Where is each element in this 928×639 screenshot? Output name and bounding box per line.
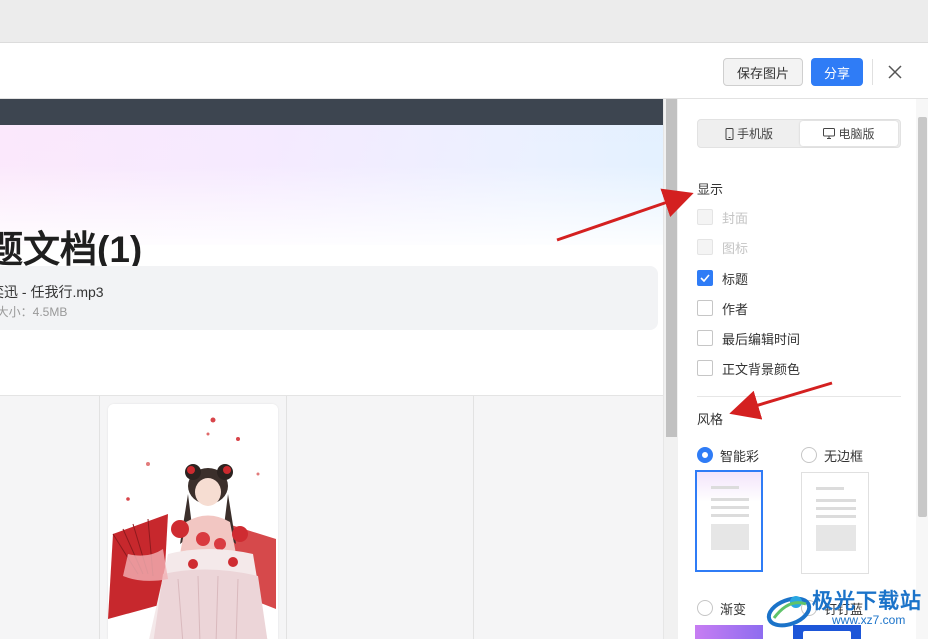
top-toolbar: 保存图片 分享 <box>0 42 928 99</box>
option-last-edited-label: 最后编辑时间 <box>722 331 801 347</box>
gradient-radio[interactable] <box>697 600 713 616</box>
document-title: 题文档(1) <box>0 229 143 270</box>
smart-color-radio[interactable] <box>697 447 713 463</box>
panel-scrollbar[interactable] <box>916 99 928 639</box>
preview-scrollbar-thumb[interactable] <box>666 99 677 437</box>
option-title-label: 标题 <box>722 271 749 287</box>
image-grid <box>0 395 663 639</box>
icon-checkbox <box>697 239 713 255</box>
option-icon-label: 图标 <box>722 240 749 256</box>
preview-scrollbar[interactable] <box>663 99 678 639</box>
style-smart-color[interactable]: 智能彩 <box>697 446 759 464</box>
checkmark-icon <box>700 274 710 282</box>
option-title[interactable]: 标题 <box>697 269 748 287</box>
style-borderless[interactable]: 无边框 <box>801 446 863 464</box>
watermark-logo-icon <box>766 596 812 628</box>
watermark-brand: 极光下载站 <box>812 590 922 613</box>
grid-divider <box>99 396 100 639</box>
option-bg-color-label: 正文背景颜色 <box>722 361 801 377</box>
style-gradient-label: 渐变 <box>720 601 747 617</box>
preview-hero: 题文档(1) 奕迅 - 任我行.mp3 ‡大小：4.5MB <box>0 125 663 395</box>
watermark-url: www.xz7.com <box>832 613 906 627</box>
bg-color-checkbox[interactable] <box>697 360 713 376</box>
option-icon: 图标 <box>697 238 748 256</box>
style-gradient-preview[interactable] <box>695 625 763 639</box>
style-gradient[interactable]: 渐变 <box>697 599 746 617</box>
grid-divider <box>473 396 474 639</box>
tab-pc-label: 电脑版 <box>838 127 875 141</box>
option-last-edited[interactable]: 最后编辑时间 <box>697 329 800 347</box>
cover-checkbox <box>697 209 713 225</box>
style-smart-color-preview[interactable] <box>695 470 763 572</box>
author-checkbox[interactable] <box>697 300 713 316</box>
save-image-button[interactable]: 保存图片 <box>723 58 803 86</box>
borderless-radio[interactable] <box>801 447 817 463</box>
style-smart-color-label: 智能彩 <box>720 448 760 464</box>
view-mode-toggle: 手机版 电脑版 <box>697 119 901 148</box>
option-author[interactable]: 作者 <box>697 299 748 317</box>
toolbar-divider <box>872 59 873 85</box>
tab-pc-view[interactable]: 电脑版 <box>800 121 898 146</box>
preview-header-bar <box>0 99 663 125</box>
style-section-title: 风格 <box>697 412 724 427</box>
grid-divider <box>286 396 287 639</box>
section-divider <box>697 396 901 397</box>
display-section-title: 显示 <box>697 182 724 197</box>
image-card <box>108 404 278 639</box>
last-edited-checkbox[interactable] <box>697 330 713 346</box>
style-borderless-label: 无边框 <box>824 448 864 464</box>
window-titlebar <box>0 0 928 42</box>
phone-icon <box>725 127 734 140</box>
monitor-icon <box>823 128 836 139</box>
tab-mobile-label: 手机版 <box>736 127 773 141</box>
panel-scrollbar-thumb[interactable] <box>918 117 927 517</box>
close-button[interactable] <box>883 60 907 84</box>
file-size: ‡大小：4.5MB <box>0 305 68 319</box>
option-author-label: 作者 <box>722 301 749 317</box>
settings-panel: 手机版 电脑版 显示 封面 图标 标题 作者 最后编辑时间 正文背景颜色 风格 … <box>678 99 916 639</box>
tab-mobile-view[interactable]: 手机版 <box>700 121 798 146</box>
document-preview: 题文档(1) 奕迅 - 任我行.mp3 ‡大小：4.5MB <box>0 99 663 639</box>
title-checkbox[interactable] <box>697 270 713 286</box>
file-name: 奕迅 - 任我行.mp3 <box>0 284 104 300</box>
close-icon <box>888 65 902 79</box>
share-button[interactable]: 分享 <box>811 58 863 86</box>
style-borderless-preview[interactable] <box>801 472 869 574</box>
file-attachment-card: 奕迅 - 任我行.mp3 ‡大小：4.5MB <box>0 266 658 330</box>
watermark: 极光下载站 www.xz7.com <box>762 582 928 639</box>
illustration-image <box>108 404 278 639</box>
option-cover-label: 封面 <box>722 210 749 226</box>
option-cover: 封面 <box>697 208 748 226</box>
option-bg-color[interactable]: 正文背景颜色 <box>697 359 800 377</box>
